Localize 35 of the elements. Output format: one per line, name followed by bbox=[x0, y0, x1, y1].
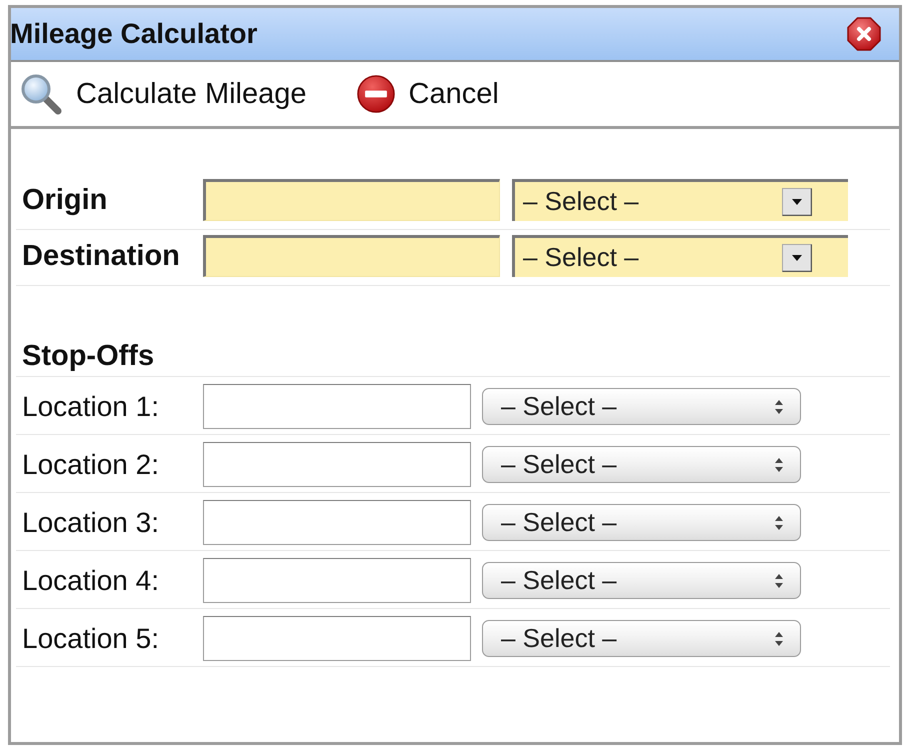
select-dropdown[interactable]: – Select – bbox=[482, 446, 801, 483]
window-title: Mileage Calculator bbox=[10, 18, 258, 50]
dropdown-arrow-icon bbox=[782, 188, 812, 216]
text-field[interactable] bbox=[203, 558, 471, 603]
updown-arrows-icon bbox=[774, 630, 784, 646]
minus-circle-icon bbox=[356, 75, 395, 113]
search-icon bbox=[20, 73, 62, 115]
text-field[interactable] bbox=[203, 616, 471, 661]
updown-arrows-icon bbox=[774, 398, 784, 414]
updown-arrows-icon bbox=[774, 572, 784, 588]
field-label: Origin bbox=[22, 184, 108, 216]
text-field[interactable] bbox=[203, 500, 471, 545]
field-label: Location 1: bbox=[22, 390, 160, 422]
field-label: Location 4: bbox=[22, 564, 160, 596]
updown-arrows-icon bbox=[774, 456, 784, 472]
select-dropdown[interactable]: – Select – bbox=[482, 388, 801, 425]
updown-arrows-icon bbox=[774, 514, 784, 530]
text-field[interactable] bbox=[203, 235, 500, 277]
select-dropdown[interactable]: – Select – bbox=[482, 562, 801, 599]
select-dropdown[interactable]: – Select – bbox=[482, 504, 801, 541]
toolbar-button[interactable]: Calculate Mileage bbox=[20, 73, 307, 115]
field-label: Location 2: bbox=[22, 448, 160, 480]
field-label: Location 5: bbox=[22, 622, 160, 654]
close-icon[interactable] bbox=[847, 17, 881, 51]
select-dropdown[interactable]: – Select – bbox=[512, 179, 848, 221]
field-label: Destination bbox=[22, 240, 181, 272]
text-field[interactable] bbox=[203, 179, 500, 221]
field-label: Location 3: bbox=[22, 506, 160, 538]
toolbar-button[interactable]: Cancel bbox=[356, 75, 499, 113]
text-field[interactable] bbox=[203, 384, 471, 429]
dropdown-arrow-icon bbox=[782, 244, 812, 272]
text-field[interactable] bbox=[203, 442, 471, 487]
select-dropdown[interactable]: – Select – bbox=[482, 620, 801, 657]
section-heading: Stop-Offs bbox=[16, 336, 890, 377]
select-dropdown[interactable]: – Select – bbox=[512, 235, 848, 277]
